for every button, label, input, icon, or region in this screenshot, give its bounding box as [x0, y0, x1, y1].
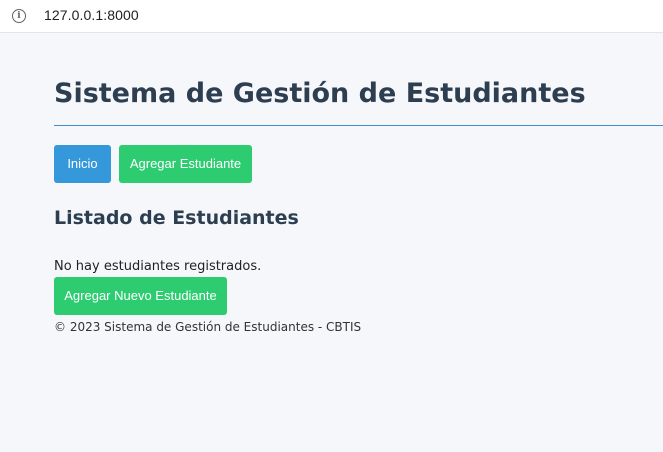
- footer-text: © 2023 Sistema de Gestión de Estudiantes…: [54, 320, 362, 334]
- section-title: Listado de Estudiantes: [54, 207, 299, 229]
- title-divider: [54, 125, 663, 126]
- url-field[interactable]: 127.0.0.1:8000: [44, 7, 139, 23]
- agregar-estudiante-button[interactable]: Agregar Estudiante: [119, 145, 252, 183]
- page-title: Sistema de Gestión de Estudiantes: [54, 78, 586, 109]
- inicio-button[interactable]: Inicio: [54, 145, 111, 183]
- page-content: Sistema de Gestión de Estudiantes Inicio…: [0, 34, 663, 452]
- empty-list-message: No hay estudiantes registrados.: [54, 259, 262, 274]
- browser-address-bar: i 127.0.0.1:8000: [0, 0, 663, 33]
- site-info-icon[interactable]: i: [12, 9, 26, 23]
- agregar-nuevo-estudiante-button[interactable]: Agregar Nuevo Estudiante: [54, 277, 227, 315]
